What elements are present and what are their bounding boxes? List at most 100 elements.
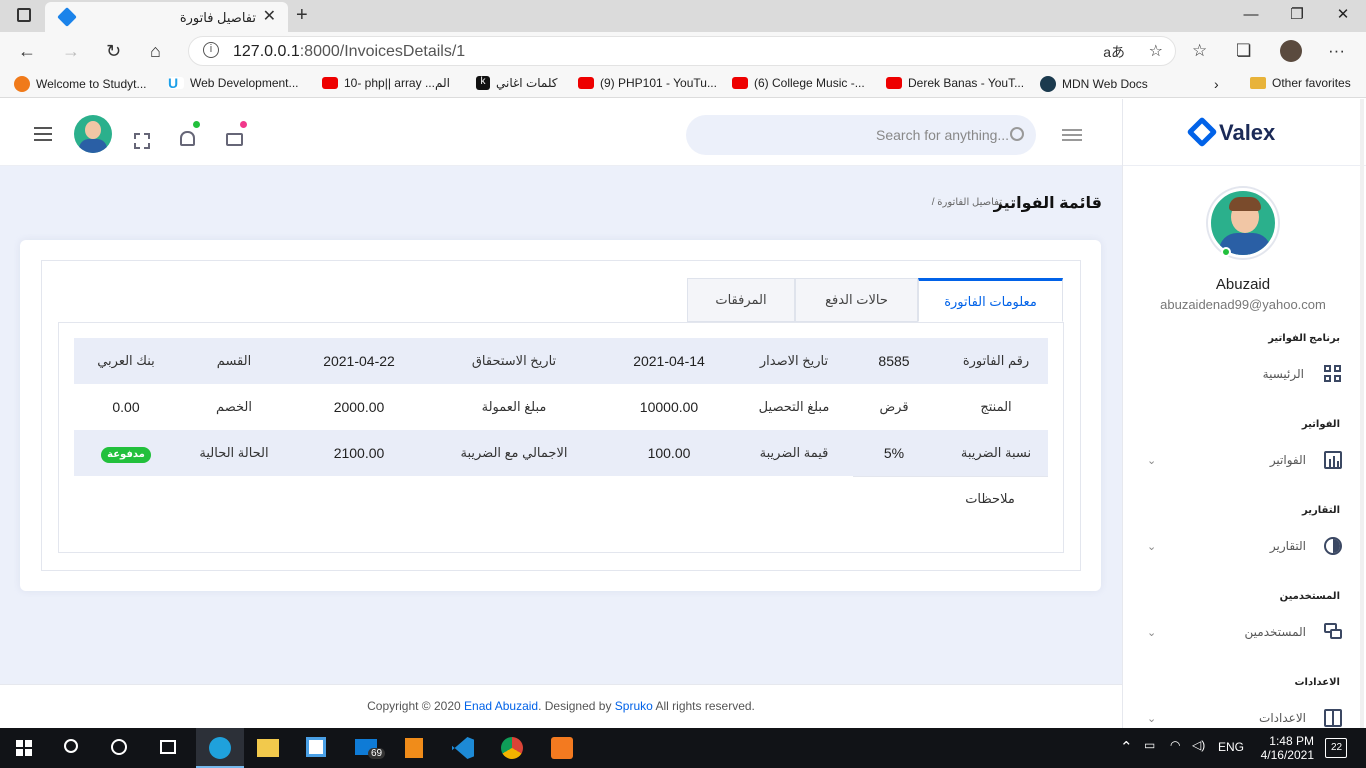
tab-title: تفاصيل فاتورة — [179, 10, 256, 25]
studytonight-icon — [14, 76, 30, 92]
notification-dot — [193, 121, 200, 128]
task-view-icon[interactable] — [160, 740, 176, 754]
bookmark-item[interactable]: (9) PHP101 - YouTu... — [578, 76, 717, 90]
refresh-icon[interactable]: ↻ — [106, 41, 121, 62]
favorites-icon[interactable]: ☆ — [1192, 41, 1207, 61]
read-aloud-icon[interactable]: aあ — [1103, 42, 1125, 62]
site-favicon-icon — [57, 7, 77, 27]
back-icon[interactable]: ← — [18, 41, 36, 62]
footer-copyright: Copyright © 2020 — [367, 699, 465, 713]
edge-taskbar-item[interactable] — [196, 728, 244, 768]
browser-tab[interactable]: تفاصيل فاتورة ✕ — [45, 2, 288, 32]
menu-toggle-icon[interactable] — [34, 133, 52, 135]
online-status-dot — [1221, 247, 1231, 257]
sidebar-item-home[interactable]: الرئيسية — [1263, 367, 1304, 381]
sidebar-item-settings[interactable]: الاعدادات — [1259, 711, 1306, 725]
bookmark-item[interactable]: k كلمات اغاني — [476, 76, 558, 90]
bookmark-item[interactable]: U Web Development... — [168, 76, 299, 90]
profile-avatar[interactable] — [1280, 40, 1302, 62]
notes-label: ملاحظات — [965, 491, 1015, 506]
language-indicator[interactable]: ENG — [1218, 740, 1244, 760]
cortana-icon[interactable] — [111, 739, 127, 755]
tray-overflow-icon[interactable]: ⌃ — [1120, 738, 1133, 758]
value-tax-value: 100.00 — [647, 445, 691, 461]
bookmark-item[interactable]: (6) College Music -... — [732, 76, 865, 90]
chrome-icon[interactable] — [501, 737, 523, 759]
battery-icon[interactable]: ▭ — [1144, 738, 1155, 758]
sidebar-avatar[interactable] — [1208, 188, 1278, 258]
tab-attachments[interactable]: المرفقات — [687, 278, 795, 322]
breadcrumb[interactable]: / تفاصيل الفاتورة — [932, 197, 1002, 208]
collections-icon[interactable]: ❏ — [1236, 41, 1251, 61]
value-total-with-tax: 2100.00 — [333, 445, 385, 461]
fullscreen-icon[interactable] — [134, 133, 150, 149]
bookmark-item[interactable]: Welcome to Studyt... — [14, 76, 147, 92]
tab-payment-status[interactable]: حالات الدفع — [795, 278, 918, 322]
bookmark-item[interactable]: 10- php|| array ...الم — [322, 76, 450, 90]
tab-actions-icon[interactable] — [17, 8, 31, 22]
label-due-date: تاريخ الاستحقاق — [471, 353, 557, 368]
chevron-down-icon[interactable]: ⌄ — [1147, 540, 1156, 553]
sidebar-item-invoices[interactable]: الفواتير — [1270, 453, 1306, 467]
mail-dot — [240, 121, 247, 128]
folder-icon — [1250, 77, 1266, 89]
store-icon[interactable] — [306, 737, 326, 757]
header-avatar[interactable] — [74, 115, 112, 153]
status-cell: مدفوعة — [74, 430, 178, 476]
search-icon[interactable] — [1010, 127, 1024, 141]
table-row: نسبة الضريبة 5% قيمة الضريبة 100.00 الاج… — [74, 430, 1048, 476]
sublime-icon[interactable] — [405, 738, 423, 758]
user-name: Abuzaid — [1215, 276, 1271, 293]
search-taskbar-icon[interactable] — [64, 739, 78, 753]
chevron-down-icon[interactable]: ⌄ — [1147, 626, 1156, 639]
settings-more-icon[interactable]: ··· — [1328, 41, 1345, 61]
bookmark-item[interactable]: MDN Web Docs — [1040, 76, 1148, 92]
sidebar-heading-reports: التقارير — [1302, 505, 1340, 516]
file-explorer-icon[interactable] — [257, 739, 279, 757]
chevron-down-icon[interactable]: ⌄ — [1147, 454, 1156, 467]
sidebar: Valex Abuzaid abuzaidenad99@yahoo.com بر… — [1122, 99, 1366, 728]
sidebar-toggle-icon[interactable] — [1062, 129, 1082, 131]
restore-icon[interactable]: ❐ — [1274, 0, 1320, 32]
xampp-icon[interactable] — [551, 737, 573, 759]
other-favorites[interactable]: Other favorites — [1250, 76, 1351, 90]
home-icon[interactable]: ⌂ — [150, 41, 161, 62]
volume-icon[interactable]: ◁) — [1192, 738, 1205, 758]
add-favorite-icon[interactable]: ☆ — [1149, 41, 1163, 61]
search-input[interactable]: Search for anything... — [686, 115, 1036, 155]
sidebar-scrollbar[interactable] — [1360, 99, 1364, 728]
sidebar-heading-settings: الاعدادات — [1294, 677, 1340, 688]
value-section: بنك العربي — [97, 353, 155, 368]
notification-bell-icon[interactable] — [180, 131, 195, 146]
site-info-icon[interactable]: i — [203, 42, 219, 58]
bookmark-item[interactable]: Derek Banas - YouT... — [886, 76, 1024, 90]
table-row: رقم الفاتورة 8585 تاريخ الاصدار 2021-04-… — [74, 338, 1048, 384]
new-tab-icon[interactable]: + — [296, 4, 308, 27]
value-product: قرض — [879, 399, 909, 414]
windows-start-icon[interactable] — [16, 740, 32, 756]
tab-close-icon[interactable]: ✕ — [263, 6, 276, 26]
footer: Copyright © 2020 Enad Abuzaid. Designed … — [0, 684, 1122, 728]
footer-mid: . Designed by — [538, 699, 615, 713]
label-section: القسم — [216, 353, 252, 368]
sidebar-item-reports[interactable]: التقارير — [1270, 539, 1306, 553]
clock[interactable]: 1:48 PM 4/16/2021 — [1261, 734, 1314, 762]
footer-author-link[interactable]: Enad Abuzaid — [464, 699, 538, 713]
url-bar[interactable]: i 127.0.0.1:8000/InvoicesDetails/1 aあ ☆ — [188, 36, 1176, 66]
mail-icon[interactable] — [226, 133, 243, 146]
tab-invoice-info[interactable]: معلومات الفاتورة — [918, 278, 1063, 322]
close-window-icon[interactable]: ✕ — [1320, 0, 1366, 32]
footer-designer-link[interactable]: Spruko — [615, 699, 653, 713]
edge-icon — [209, 737, 231, 759]
bookmarks-overflow-icon[interactable]: › — [1214, 76, 1219, 92]
vscode-icon[interactable] — [452, 737, 474, 759]
page-title: قائمة الفواتير — [993, 195, 1102, 212]
minimize-icon[interactable]: — — [1228, 0, 1274, 32]
brand-name[interactable]: Valex — [1219, 120, 1275, 146]
forward-icon[interactable]: → — [62, 41, 80, 62]
youtube-icon — [732, 77, 748, 89]
chevron-down-icon[interactable]: ⌄ — [1147, 712, 1156, 725]
value-collection-amount: 10000.00 — [639, 399, 699, 415]
network-icon[interactable]: ◠ — [1170, 738, 1180, 758]
sidebar-item-users[interactable]: المستخدمين — [1245, 625, 1306, 639]
